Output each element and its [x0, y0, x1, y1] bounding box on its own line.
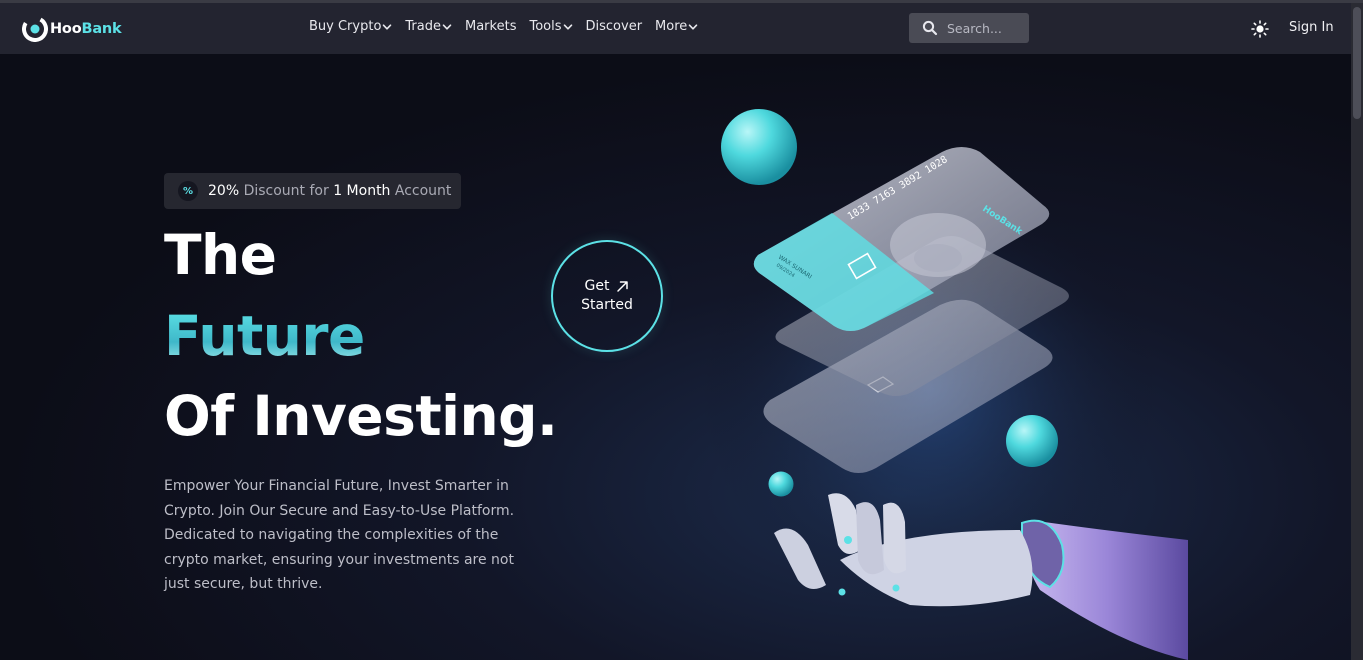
nav-item-label: More — [655, 19, 688, 34]
hero-illustration: 1833 7163 3892 1028 HooBank WAX SUNARI 0… — [700, 109, 1188, 660]
sphere-medium — [1006, 415, 1058, 467]
hero-heading-line1: The — [164, 223, 277, 287]
robot-finger-3 — [883, 502, 906, 574]
nav-item-trade[interactable]: Trade — [405, 19, 452, 34]
get-started-label-line2: Started — [581, 297, 633, 313]
finger-joint — [892, 584, 900, 592]
search-box[interactable] — [909, 13, 1029, 43]
get-started-label-line1: Get — [584, 278, 610, 294]
hero-description: Empower Your Financial Future, Invest Sm… — [164, 478, 515, 592]
card-emboss-inner — [914, 244, 962, 272]
finger-joint — [844, 536, 852, 544]
hoobank-logo-icon — [22, 16, 48, 42]
nav-item-label: Trade — [405, 19, 441, 34]
chevron-down-icon — [442, 23, 452, 30]
nav-item-tools[interactable]: Tools — [529, 19, 572, 34]
discount-badge: % 20% Discount for 1 Month Account — [164, 173, 461, 209]
nav-item-more[interactable]: More — [655, 19, 698, 34]
badge-duration: 1 Month — [333, 183, 391, 199]
nav-item-label: Tools — [529, 19, 562, 34]
sign-in-link[interactable]: Sign In — [1289, 20, 1334, 35]
logo-text: HooBank — [50, 21, 122, 37]
get-started-button[interactable]: Get Started — [551, 240, 663, 352]
hero-heading-line3: Of Investing. — [164, 384, 558, 448]
badge-text-part1: Discount for — [239, 183, 334, 199]
sphere-small — [768, 471, 794, 497]
sphere-large — [721, 109, 797, 185]
arrow-up-right-icon — [617, 281, 629, 292]
logo-text-hoo: Hoo — [50, 21, 82, 37]
hero-heading-line2: Future — [164, 304, 365, 368]
logo[interactable]: HooBank — [22, 16, 122, 42]
search-input[interactable] — [947, 20, 1027, 36]
navbar: HooBank Buy Crypto Trade Markets Tools D… — [0, 3, 1351, 54]
logo-text-bank: Bank — [81, 21, 122, 37]
scrollbar-thumb[interactable] — [1353, 7, 1361, 119]
chevron-down-icon — [688, 23, 698, 30]
chevron-down-icon — [383, 23, 392, 30]
badge-percent: 20% — [208, 183, 240, 199]
chevron-down-icon — [563, 23, 572, 30]
page-scrollbar[interactable] — [1351, 3, 1363, 660]
nav-item-label: Discover — [585, 19, 643, 34]
badge-text: 20% Discount for 1 Month Account — [208, 183, 451, 199]
finger-joint — [838, 588, 846, 596]
nav-item-label: Buy Crypto — [309, 19, 382, 34]
nav-item-buy-crypto[interactable]: Buy Crypto — [309, 19, 392, 34]
main-nav: Buy Crypto Trade Markets Tools Discover … — [309, 19, 711, 34]
badge-text-part2: Account — [390, 183, 452, 199]
nav-item-discover[interactable]: Discover — [586, 19, 643, 34]
nav-item-markets[interactable]: Markets — [465, 19, 516, 34]
nav-item-label: Markets — [465, 19, 517, 34]
sun-icon[interactable] — [1251, 20, 1269, 38]
percent-icon: % — [178, 181, 198, 201]
search-icon — [922, 20, 938, 36]
